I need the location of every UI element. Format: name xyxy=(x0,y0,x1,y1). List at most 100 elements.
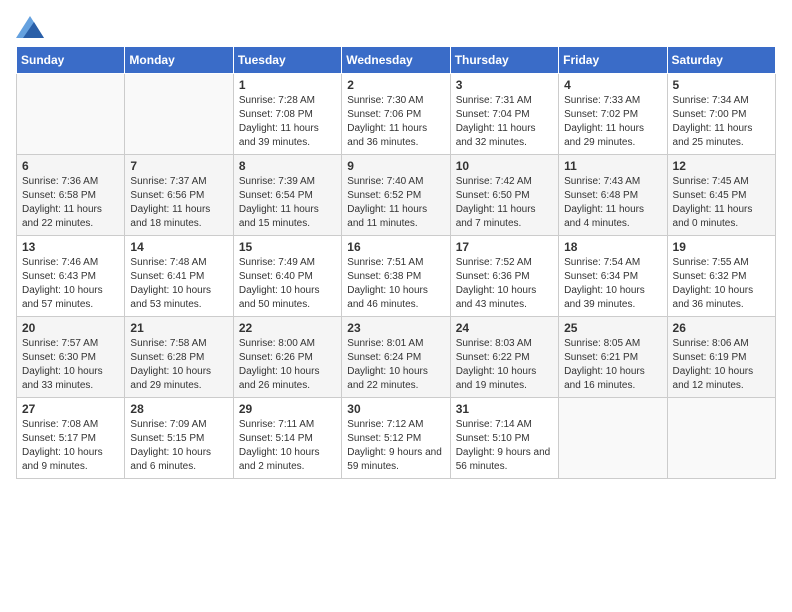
calendar-cell: 22 Sunrise: 8:00 AMSunset: 6:26 PMDayligh… xyxy=(233,317,341,398)
calendar-cell: 31Sunrise: 7:14 AMSunset: 5:10 PMDayligh… xyxy=(450,398,558,479)
day-info: Sunrise: 7:11 AMSunset: 5:14 PMDaylight:… xyxy=(239,418,336,474)
day-number: 9 xyxy=(347,159,444,173)
calendar-cell: 29 Sunrise: 7:11 AMSunset: 5:14 PMDayligh… xyxy=(233,398,341,479)
calendar-cell: 7 Sunrise: 7:37 AMSunset: 6:56 PMDaylight… xyxy=(125,155,233,236)
day-info: Sunrise: 7:30 AMSunset: 7:06 PMDaylight:… xyxy=(347,94,444,150)
calendar-cell: 3Sunrise: 7:31 AMSunset: 7:04 PMDaylight… xyxy=(450,74,558,155)
day-number: 19 xyxy=(673,240,770,254)
calendar-cell: 18 Sunrise: 7:54 AMSunset: 6:34 PMDayligh… xyxy=(559,236,667,317)
calendar-cell xyxy=(125,74,233,155)
calendar-cell: 8 Sunrise: 7:39 AMSunset: 6:54 PMDaylight… xyxy=(233,155,341,236)
day-info: Sunrise: 8:01 AMSunset: 6:24 PMDaylight:… xyxy=(347,337,444,393)
day-info: Sunrise: 7:49 AMSunset: 6:40 PMDaylight:… xyxy=(239,256,336,312)
day-of-week-header: Tuesday xyxy=(233,47,341,74)
day-info: Sunrise: 7:54 AMSunset: 6:34 PMDaylight:… xyxy=(564,256,661,312)
day-number: 29 xyxy=(239,402,336,416)
day-number: 5 xyxy=(673,78,770,92)
calendar-week-row: 1Sunrise: 7:28 AMSunset: 7:08 PMDaylight… xyxy=(17,74,776,155)
day-info: Sunrise: 7:48 AMSunset: 6:41 PMDaylight:… xyxy=(130,256,227,312)
day-info: Sunrise: 7:33 AMSunset: 7:02 PMDaylight:… xyxy=(564,94,661,150)
day-number: 24 xyxy=(456,321,553,335)
calendar-header-row: SundayMondayTuesdayWednesdayThursdayFrid… xyxy=(17,47,776,74)
day-info: Sunrise: 7:34 AMSunset: 7:00 PMDaylight:… xyxy=(673,94,770,150)
day-info: Sunrise: 7:43 AMSunset: 6:48 PMDaylight:… xyxy=(564,175,661,231)
day-info: Sunrise: 7:08 AMSunset: 5:17 PMDaylight:… xyxy=(22,418,119,474)
day-number: 15 xyxy=(239,240,336,254)
day-number: 2 xyxy=(347,78,444,92)
day-number: 10 xyxy=(456,159,553,173)
calendar-week-row: 27 Sunrise: 7:08 AMSunset: 5:17 PMDayligh… xyxy=(17,398,776,479)
day-info: Sunrise: 7:55 AMSunset: 6:32 PMDaylight:… xyxy=(673,256,770,312)
day-number: 16 xyxy=(347,240,444,254)
day-info: Sunrise: 7:12 AMSunset: 5:12 PMDaylight:… xyxy=(347,418,444,474)
day-info: Sunrise: 7:36 AMSunset: 6:58 PMDaylight:… xyxy=(22,175,119,231)
calendar-week-row: 6 Sunrise: 7:36 AMSunset: 6:58 PMDaylight… xyxy=(17,155,776,236)
day-info: Sunrise: 7:39 AMSunset: 6:54 PMDaylight:… xyxy=(239,175,336,231)
day-of-week-header: Thursday xyxy=(450,47,558,74)
day-info: Sunrise: 7:42 AMSunset: 6:50 PMDaylight:… xyxy=(456,175,553,231)
day-number: 28 xyxy=(130,402,227,416)
day-of-week-header: Saturday xyxy=(667,47,775,74)
day-info: Sunrise: 7:37 AMSunset: 6:56 PMDaylight:… xyxy=(130,175,227,231)
calendar-cell: 11 Sunrise: 7:43 AMSunset: 6:48 PMDayligh… xyxy=(559,155,667,236)
calendar-cell: 19 Sunrise: 7:55 AMSunset: 6:32 PMDayligh… xyxy=(667,236,775,317)
calendar-cell: 30 Sunrise: 7:12 AMSunset: 5:12 PMDayligh… xyxy=(342,398,450,479)
calendar-cell: 6 Sunrise: 7:36 AMSunset: 6:58 PMDaylight… xyxy=(17,155,125,236)
day-of-week-header: Friday xyxy=(559,47,667,74)
page-header xyxy=(16,16,776,38)
calendar-week-row: 20 Sunrise: 7:57 AMSunset: 6:30 PMDayligh… xyxy=(17,317,776,398)
day-info: Sunrise: 7:51 AMSunset: 6:38 PMDaylight:… xyxy=(347,256,444,312)
calendar-cell: 21 Sunrise: 7:58 AMSunset: 6:28 PMDayligh… xyxy=(125,317,233,398)
calendar-cell: 26 Sunrise: 8:06 AMSunset: 6:19 PMDayligh… xyxy=(667,317,775,398)
day-number: 27 xyxy=(22,402,119,416)
day-info: Sunrise: 7:14 AMSunset: 5:10 PMDaylight:… xyxy=(456,418,553,474)
calendar-cell: 2 Sunrise: 7:30 AMSunset: 7:06 PMDaylight… xyxy=(342,74,450,155)
day-number: 7 xyxy=(130,159,227,173)
day-info: Sunrise: 8:05 AMSunset: 6:21 PMDaylight:… xyxy=(564,337,661,393)
calendar-cell: 17Sunrise: 7:52 AMSunset: 6:36 PMDayligh… xyxy=(450,236,558,317)
day-number: 6 xyxy=(22,159,119,173)
calendar-week-row: 13Sunrise: 7:46 AMSunset: 6:43 PMDayligh… xyxy=(17,236,776,317)
day-number: 12 xyxy=(673,159,770,173)
day-number: 25 xyxy=(564,321,661,335)
calendar-cell: 10 Sunrise: 7:42 AMSunset: 6:50 PMDayligh… xyxy=(450,155,558,236)
day-of-week-header: Monday xyxy=(125,47,233,74)
day-info: Sunrise: 7:31 AMSunset: 7:04 PMDaylight:… xyxy=(456,94,553,150)
day-number: 26 xyxy=(673,321,770,335)
calendar-cell: 14 Sunrise: 7:48 AMSunset: 6:41 PMDayligh… xyxy=(125,236,233,317)
day-number: 14 xyxy=(130,240,227,254)
calendar-cell: 23 Sunrise: 8:01 AMSunset: 6:24 PMDayligh… xyxy=(342,317,450,398)
day-info: Sunrise: 8:06 AMSunset: 6:19 PMDaylight:… xyxy=(673,337,770,393)
day-info: Sunrise: 7:45 AMSunset: 6:45 PMDaylight:… xyxy=(673,175,770,231)
calendar-cell: 9 Sunrise: 7:40 AMSunset: 6:52 PMDaylight… xyxy=(342,155,450,236)
calendar-cell: 12 Sunrise: 7:45 AMSunset: 6:45 PMDayligh… xyxy=(667,155,775,236)
day-number: 18 xyxy=(564,240,661,254)
day-number: 21 xyxy=(130,321,227,335)
day-of-week-header: Wednesday xyxy=(342,47,450,74)
calendar-cell: 24 Sunrise: 8:03 AMSunset: 6:22 PMDayligh… xyxy=(450,317,558,398)
day-number: 11 xyxy=(564,159,661,173)
logo-icon xyxy=(16,16,44,38)
calendar-cell: 5 Sunrise: 7:34 AMSunset: 7:00 PMDaylight… xyxy=(667,74,775,155)
day-info: Sunrise: 7:40 AMSunset: 6:52 PMDaylight:… xyxy=(347,175,444,231)
calendar-cell: 25 Sunrise: 8:05 AMSunset: 6:21 PMDayligh… xyxy=(559,317,667,398)
calendar-cell xyxy=(559,398,667,479)
day-info: Sunrise: 8:03 AMSunset: 6:22 PMDaylight:… xyxy=(456,337,553,393)
calendar-cell: 4 Sunrise: 7:33 AMSunset: 7:02 PMDaylight… xyxy=(559,74,667,155)
calendar-cell: 28Sunrise: 7:09 AMSunset: 5:15 PMDayligh… xyxy=(125,398,233,479)
day-info: Sunrise: 7:57 AMSunset: 6:30 PMDaylight:… xyxy=(22,337,119,393)
day-number: 30 xyxy=(347,402,444,416)
day-info: Sunrise: 8:00 AMSunset: 6:26 PMDaylight:… xyxy=(239,337,336,393)
day-number: 23 xyxy=(347,321,444,335)
day-number: 8 xyxy=(239,159,336,173)
day-info: Sunrise: 7:58 AMSunset: 6:28 PMDaylight:… xyxy=(130,337,227,393)
day-number: 13 xyxy=(22,240,119,254)
calendar-cell: 20 Sunrise: 7:57 AMSunset: 6:30 PMDayligh… xyxy=(17,317,125,398)
calendar-cell xyxy=(17,74,125,155)
day-number: 20 xyxy=(22,321,119,335)
day-number: 1 xyxy=(239,78,336,92)
day-number: 22 xyxy=(239,321,336,335)
day-number: 4 xyxy=(564,78,661,92)
calendar-cell: 16 Sunrise: 7:51 AMSunset: 6:38 PMDayligh… xyxy=(342,236,450,317)
day-info: Sunrise: 7:52 AMSunset: 6:36 PMDaylight:… xyxy=(456,256,553,312)
